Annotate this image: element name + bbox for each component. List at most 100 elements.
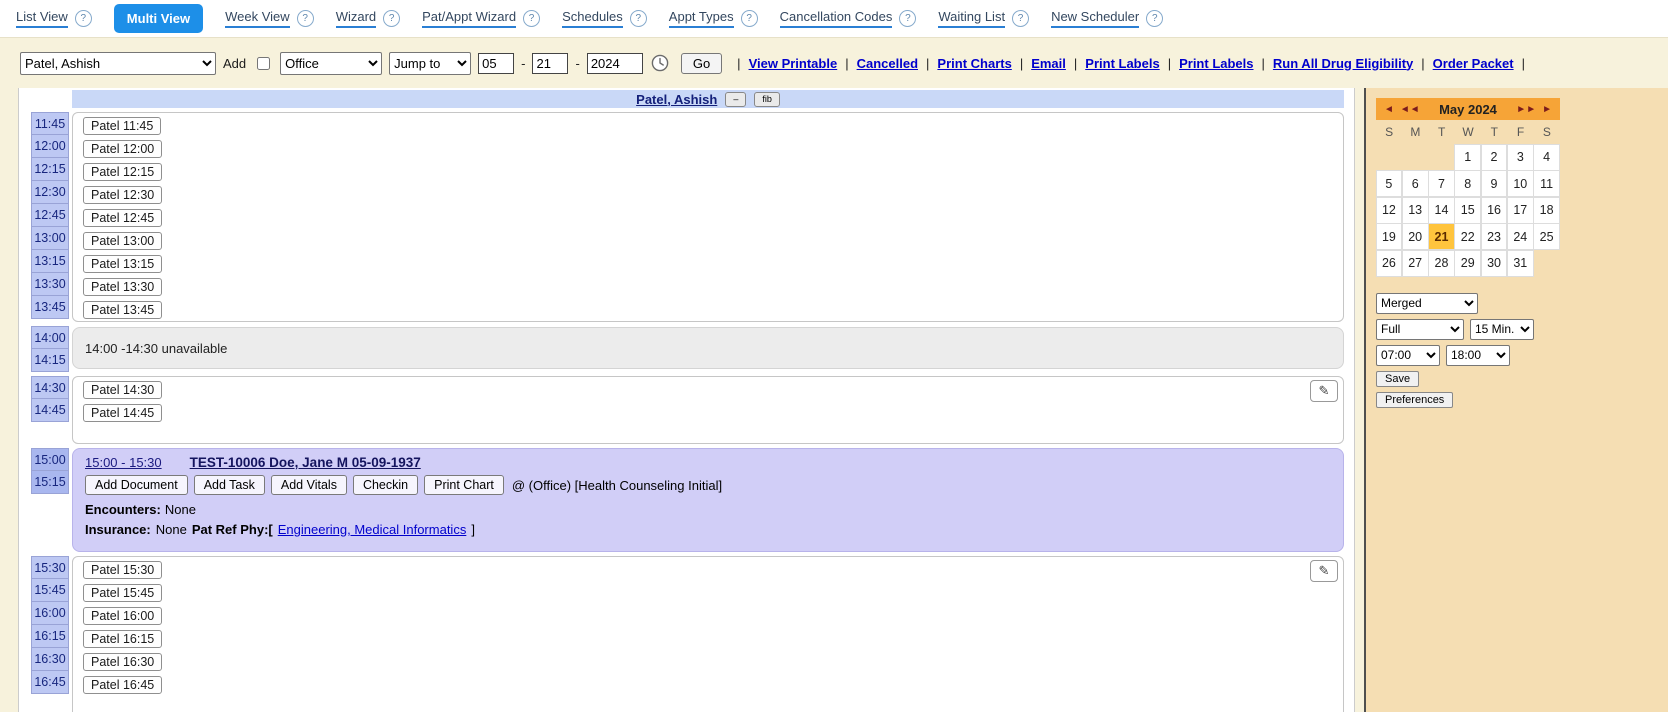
tab-help-icon[interactable]: ? <box>1012 10 1029 27</box>
tab-cancellation-codes[interactable]: Cancellation Codes? <box>780 9 917 28</box>
tab-label[interactable]: Week View <box>225 9 290 28</box>
tab-label[interactable]: Wizard <box>336 9 376 28</box>
slot-button[interactable]: Patel 15:30 <box>83 561 162 579</box>
slot-button[interactable]: Patel 13:45 <box>83 301 162 319</box>
toolbar-link-view-printable[interactable]: View Printable <box>749 56 838 71</box>
mini-cal-day[interactable]: 30 <box>1481 250 1508 277</box>
mini-cal-day[interactable]: 7 <box>1428 170 1455 197</box>
mini-cal-day[interactable]: 23 <box>1481 223 1508 250</box>
slot-button[interactable]: Patel 11:45 <box>83 117 161 135</box>
mini-cal-day[interactable]: 8 <box>1454 170 1481 197</box>
appt-action-add-document[interactable]: Add Document <box>85 475 188 495</box>
tab-schedules[interactable]: Schedules? <box>562 9 647 28</box>
toolbar-link-print-charts[interactable]: Print Charts <box>937 56 1011 71</box>
mini-cal-day[interactable]: 5 <box>1376 170 1403 197</box>
fast-next-icon[interactable]: ►► <box>1513 104 1539 115</box>
mini-cal-day[interactable]: 16 <box>1481 197 1508 224</box>
slot-button[interactable]: Patel 16:15 <box>83 630 162 648</box>
slot-button[interactable]: Patel 12:45 <box>83 209 162 227</box>
slot-button[interactable]: Patel 14:45 <box>83 404 162 422</box>
tab-appt-types[interactable]: Appt Types? <box>669 9 758 28</box>
mini-cal-day[interactable]: 20 <box>1402 223 1429 250</box>
tab-label[interactable]: Cancellation Codes <box>780 9 893 28</box>
start-time-select[interactable]: 07:00 <box>1376 345 1440 366</box>
save-button[interactable]: Save <box>1376 371 1419 387</box>
provider-select[interactable]: Patel, Ashish <box>20 52 216 75</box>
fib-button[interactable]: fib <box>754 92 780 107</box>
tab-label[interactable]: Pat/Appt Wizard <box>422 9 516 28</box>
ref-phy-link[interactable]: Engineering, Medical Informatics <box>278 522 467 537</box>
tab-label[interactable]: Schedules <box>562 9 623 28</box>
add-checkbox[interactable] <box>257 57 270 70</box>
clock-icon[interactable] <box>650 53 670 73</box>
preferences-button[interactable]: Preferences <box>1376 392 1453 408</box>
mini-cal-day[interactable]: 21 <box>1428 223 1455 250</box>
slot-button[interactable]: Patel 15:45 <box>83 584 162 602</box>
slot-button[interactable]: Patel 13:30 <box>83 278 162 296</box>
toolbar-link-cancelled[interactable]: Cancelled <box>857 56 918 71</box>
toolbar-link-run-all-drug-eligibility[interactable]: Run All Drug Eligibility <box>1273 56 1413 71</box>
date-year-input[interactable] <box>587 53 643 74</box>
jump-to-select[interactable]: Jump to <box>389 52 471 75</box>
slot-button[interactable]: Patel 13:15 <box>83 255 162 273</box>
appointment-block[interactable]: 15:00 - 15:30 TEST-10006 Doe, Jane M 05-… <box>72 448 1344 552</box>
tab-help-icon[interactable]: ? <box>899 10 916 27</box>
slot-button[interactable]: Patel 13:00 <box>83 232 162 250</box>
mini-cal-day[interactable]: 19 <box>1376 223 1403 250</box>
fast-prev-icon[interactable]: ◄◄ <box>1397 104 1423 115</box>
mini-cal-day[interactable]: 22 <box>1454 223 1481 250</box>
collapse-button[interactable]: – <box>725 92 746 107</box>
mini-cal-day[interactable]: 14 <box>1428 197 1455 224</box>
mini-cal-day[interactable]: 27 <box>1402 250 1429 277</box>
view-mode-select[interactable]: Merged <box>1376 293 1478 314</box>
tab-help-icon[interactable]: ? <box>297 10 314 27</box>
slot-button[interactable]: Patel 16:30 <box>83 653 162 671</box>
date-day-input[interactable] <box>532 53 568 74</box>
tab-label[interactable]: Waiting List <box>938 9 1005 28</box>
provider-header-link[interactable]: Patel, Ashish <box>636 92 717 107</box>
slot-button[interactable]: Patel 12:00 <box>83 140 162 158</box>
tab-help-icon[interactable]: ? <box>630 10 647 27</box>
tab-label[interactable]: Multi View <box>114 4 203 33</box>
tab-multi-view[interactable]: Multi View <box>114 4 203 33</box>
tab-label[interactable]: Appt Types <box>669 9 734 28</box>
tab-new-scheduler[interactable]: New Scheduler? <box>1051 9 1163 28</box>
slot-button[interactable]: Patel 16:00 <box>83 607 162 625</box>
toolbar-link-order-packet[interactable]: Order Packet <box>1433 56 1514 71</box>
mini-cal-day[interactable]: 3 <box>1507 144 1534 171</box>
mini-cal-day[interactable]: 15 <box>1454 197 1481 224</box>
mini-cal-day[interactable]: 6 <box>1402 170 1429 197</box>
mini-cal-day[interactable]: 10 <box>1507 170 1534 197</box>
mini-cal-day[interactable]: 31 <box>1507 250 1534 277</box>
edit-icon[interactable]: ✎ <box>1310 560 1338 582</box>
tab-help-icon[interactable]: ? <box>1146 10 1163 27</box>
appt-action-print-chart[interactable]: Print Chart <box>424 475 504 495</box>
next-month-icon[interactable]: ► <box>1539 104 1555 115</box>
mini-cal-day[interactable]: 9 <box>1481 170 1508 197</box>
date-month-input[interactable] <box>478 53 514 74</box>
mini-cal-day[interactable]: 1 <box>1454 144 1481 171</box>
mini-cal-day[interactable]: 28 <box>1428 250 1455 277</box>
tab-help-icon[interactable]: ? <box>741 10 758 27</box>
tab-help-icon[interactable]: ? <box>383 10 400 27</box>
tab-label[interactable]: New Scheduler <box>1051 9 1139 28</box>
appointment-time-link[interactable]: 15:00 - 15:30 <box>85 455 162 470</box>
prev-month-icon[interactable]: ◄ <box>1381 104 1397 115</box>
slot-button[interactable]: Patel 12:15 <box>83 163 162 181</box>
mini-cal-day[interactable]: 24 <box>1507 223 1534 250</box>
appt-action-checkin[interactable]: Checkin <box>353 475 418 495</box>
facility-select[interactable]: Office <box>280 52 382 75</box>
appointment-patient-link[interactable]: TEST-10006 Doe, Jane M 05-09-1937 <box>190 455 421 470</box>
tab-label[interactable]: List View <box>16 9 68 28</box>
slot-button[interactable]: Patel 16:45 <box>83 676 162 694</box>
mini-cal-day[interactable]: 18 <box>1533 197 1560 224</box>
appt-action-add-vitals[interactable]: Add Vitals <box>271 475 347 495</box>
tab-week-view[interactable]: Week View? <box>225 9 314 28</box>
tab-pat-appt-wizard[interactable]: Pat/Appt Wizard? <box>422 9 540 28</box>
mini-cal-day[interactable]: 11 <box>1533 170 1560 197</box>
mini-cal-day[interactable]: 26 <box>1376 250 1403 277</box>
edit-icon[interactable]: ✎ <box>1310 380 1338 402</box>
toolbar-link-email[interactable]: Email <box>1031 56 1066 71</box>
tab-wizard[interactable]: Wizard? <box>336 9 400 28</box>
slot-button[interactable]: Patel 14:30 <box>83 381 162 399</box>
